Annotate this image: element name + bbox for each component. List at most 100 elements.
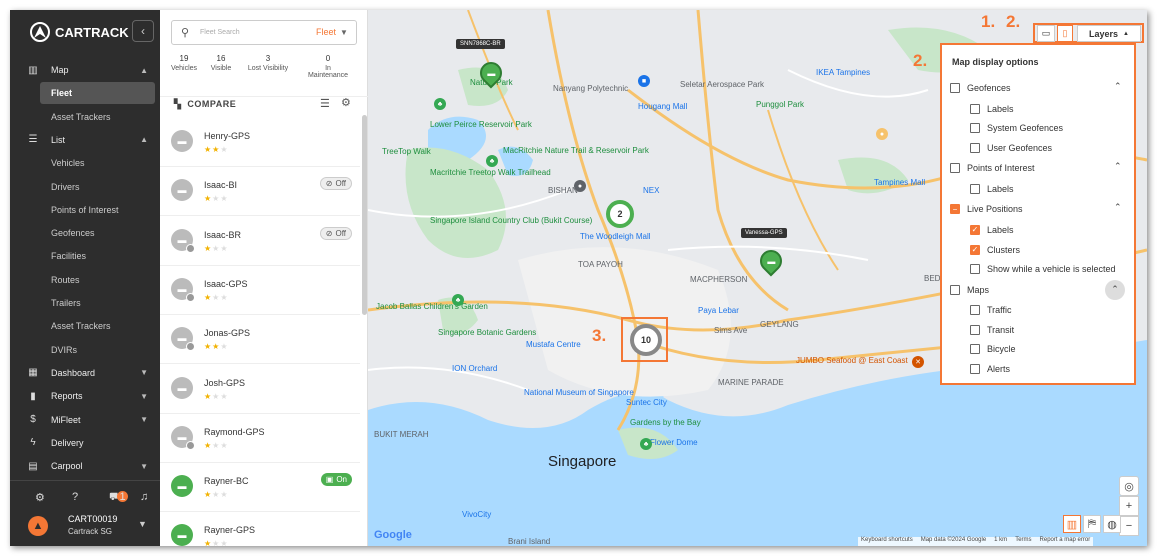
checkbox[interactable] (970, 305, 980, 316)
layer-option[interactable]: Bicycle (970, 342, 1016, 356)
chevron-up-icon[interactable]: ⌃ (1105, 279, 1125, 300)
vehicle-list-scrollbar[interactable] (362, 115, 367, 315)
vehicle-list-item[interactable]: ▬ Raymond-GPS ★★★ (160, 414, 360, 463)
layer-option[interactable]: Traffic (970, 303, 1012, 317)
sidebar-subitem[interactable]: Facilities (40, 245, 155, 267)
restaurant-poi-icon[interactable]: ✕ (912, 356, 924, 368)
filter-icon[interactable]: ☰ (320, 97, 330, 110)
checkbox[interactable] (970, 142, 980, 153)
vehicle-list-item[interactable]: ▬ Rayner-GPS ★★★ (160, 512, 360, 546)
settings-icon[interactable]: ⚙ (35, 491, 45, 504)
poi-pin-icon[interactable]: ● (876, 128, 888, 140)
terms-link[interactable]: Terms (1015, 537, 1031, 546)
sidebar-item-mifleet[interactable]: $ MiFleet ▼ (10, 409, 160, 431)
checkbox[interactable] (950, 284, 960, 295)
checkbox[interactable] (970, 103, 980, 114)
sidebar-item-carpool[interactable]: ▤ Carpool ▼ (10, 455, 160, 477)
stat-in-maintenance[interactable]: 0 In Maintenance (306, 54, 350, 79)
layer-option[interactable]: Labels (970, 102, 1014, 116)
chevron-up-icon[interactable]: ⌃ (1114, 161, 1122, 172)
help-icon[interactable]: ? (72, 491, 78, 503)
camera-status-pill[interactable]: ⊘ Off (319, 226, 352, 240)
sidebar-subitem[interactable]: Vehicles (40, 152, 155, 174)
park-poi-icon[interactable]: ♣ (452, 294, 464, 306)
park-poi-icon[interactable]: ♣ (434, 98, 446, 110)
shopping-poi-icon[interactable]: ■ (638, 75, 650, 87)
layer-group-maps[interactable]: Maps (950, 283, 989, 297)
zoom-out-button[interactable]: − (1119, 516, 1139, 536)
checkbox[interactable] (950, 163, 960, 174)
checkbox[interactable] (970, 344, 980, 355)
park-poi-icon[interactable]: ♣ (640, 438, 652, 450)
zoom-in-button[interactable]: + (1119, 496, 1139, 516)
checkbox[interactable] (970, 364, 980, 374)
stat-lost-visibility[interactable]: 3 Lost Visibility (246, 54, 290, 72)
my-location-button[interactable]: ◎ (1119, 476, 1139, 496)
vehicle-list-item[interactable]: ▬ Rayner-BC ★★★ ▣ On (160, 463, 360, 513)
sidebar-item-map[interactable]: ▥ Map ▲ (10, 59, 160, 81)
sidebar-subitem[interactable]: Trailers (40, 292, 155, 314)
map-view-toggle-button-2[interactable]: ▯ (1057, 25, 1073, 42)
report-error-link[interactable]: Report a map error (1040, 537, 1091, 546)
checkbox[interactable] (970, 183, 980, 194)
layer-option[interactable]: User Geofences (970, 141, 1052, 155)
hiking-poi-icon[interactable]: ♣ (486, 155, 498, 167)
sidebar-subitem[interactable]: Points of Interest (40, 199, 155, 221)
account-menu-chevron-icon[interactable]: ▼ (138, 519, 147, 529)
layer-group-points-of-interest[interactable]: Points of Interest (950, 161, 1035, 175)
keyboard-shortcuts-link[interactable]: Keyboard shortcuts (861, 537, 913, 546)
stat-visible[interactable]: 16 Visible (199, 54, 243, 72)
layers-button[interactable]: Layers ▲ (1077, 25, 1141, 42)
checkbox[interactable]: − (950, 204, 960, 215)
layer-group-geofences[interactable]: Geofences (950, 81, 1011, 95)
sidebar-subitem[interactable]: Fleet (40, 82, 155, 105)
chevron-down-icon[interactable]: ▼ (340, 28, 348, 37)
sidebar-item-delivery[interactable]: ϟ Delivery (10, 432, 160, 454)
vehicle-list-item[interactable]: ▬ Isaac-GPS ★★★ (160, 266, 360, 315)
vehicle-list-item[interactable]: ▬ Isaac-BR ★★★ ⊘ Off (160, 217, 360, 266)
checkbox[interactable] (970, 123, 980, 134)
cartrack-logo[interactable]: CARTRACK (30, 22, 129, 42)
map-type-default-button[interactable]: ▥ (1063, 515, 1081, 533)
checkbox[interactable] (970, 264, 980, 275)
sidebar-subitem[interactable]: Routes (40, 269, 155, 291)
sidebar-subitem[interactable]: Drivers (40, 176, 155, 198)
vehicle-list-item[interactable]: ▬ Josh-GPS ★★★ (160, 365, 360, 414)
layer-option[interactable]: Transit (970, 323, 1014, 337)
driver-notifications-icon[interactable]: ⛟ 1 (109, 491, 128, 505)
sidebar-item-reports[interactable]: ▮ Reports ▼ (10, 385, 160, 407)
camera-status-pill[interactable]: ▣ On (320, 473, 352, 487)
poi-pin-icon[interactable]: ● (574, 180, 586, 192)
list-settings-icon[interactable]: ⚙ (341, 96, 351, 109)
layer-option[interactable]: ✓ Labels (970, 223, 1014, 237)
map-view[interactable]: Nature Park Nanyang Polytechnic Seletar … (368, 10, 1147, 546)
chevron-up-icon[interactable]: ⌃ (1114, 202, 1122, 213)
camera-status-pill[interactable]: ⊘ Off (319, 177, 352, 191)
search-scope-select[interactable]: Fleet (316, 27, 336, 37)
map-scale[interactable]: 1 km (994, 537, 1007, 546)
fleet-search[interactable]: ⚲ Fleet Search Fleet ▼ (171, 20, 357, 45)
vehicle-list-item[interactable]: ▬ Jonas-GPS ★★★ (160, 315, 360, 365)
layer-option[interactable]: Labels (970, 182, 1014, 196)
checkbox[interactable] (950, 83, 960, 93)
sidebar-subitem[interactable]: Geofences (40, 222, 155, 244)
map-view-toggle-button[interactable]: ▭ (1037, 25, 1055, 42)
checkbox[interactable] (970, 324, 980, 335)
compare-button[interactable]: ▚ COMPARE (174, 99, 236, 110)
layer-option[interactable]: Alerts (970, 362, 1010, 376)
account-avatar[interactable]: ▲ (28, 516, 48, 536)
checkbox[interactable]: ✓ (970, 224, 980, 235)
sidebar-item-list[interactable]: ☰ List ▲ (10, 129, 160, 151)
vehicle-list-item[interactable]: ▬ Isaac-BI ★★★ ⊘ Off (160, 167, 360, 217)
checkbox[interactable]: ✓ (970, 244, 980, 255)
sidebar-subitem[interactable]: Asset Trackers (40, 106, 155, 128)
collapse-sidebar-button[interactable]: ‹ (132, 20, 154, 42)
sidebar-item-dashboard[interactable]: ▦ Dashboard ▼ (10, 362, 160, 384)
sidebar-subitem[interactable]: Asset Trackers (40, 315, 155, 337)
vehicle-list-item[interactable]: ▬ Henry-GPS ★★★ (160, 118, 360, 167)
layer-option[interactable]: Show while a vehicle is selected (970, 262, 1116, 276)
chevron-up-icon[interactable]: ⌃ (1114, 81, 1122, 92)
map-type-street-button[interactable]: ⛿ (1083, 515, 1101, 533)
bell-icon[interactable]: ♫ (140, 491, 148, 503)
map-type-satellite-button[interactable]: ◍ (1103, 515, 1121, 533)
